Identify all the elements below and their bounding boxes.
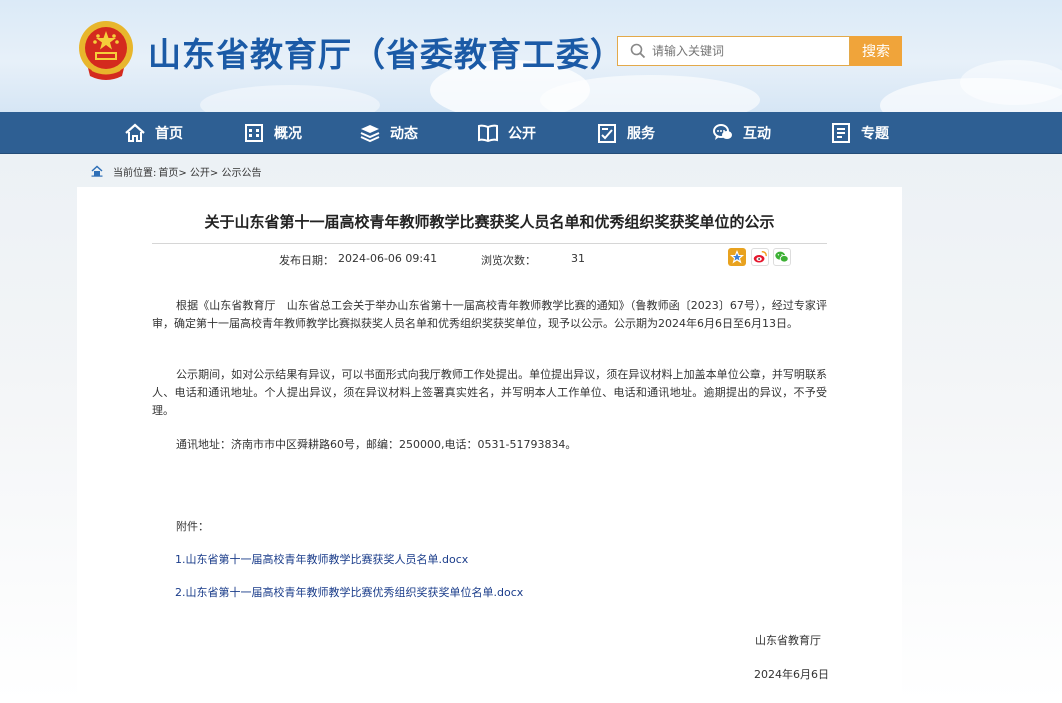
nav-item-topics[interactable]: 专题 xyxy=(830,112,889,154)
document-icon xyxy=(832,123,850,143)
nav-label: 动态 xyxy=(390,126,418,142)
layers-icon xyxy=(360,125,380,143)
attachment-link[interactable]: 1.山东省第十一届高校青年教师教学比赛获奖人员名单.docx xyxy=(175,551,468,567)
site-header: 山东省教育厅（省委教育工委） xyxy=(0,0,1062,112)
article-paragraph: 根据《山东省教育厅 山东省总工会关于举办山东省第十一届高校青年教师教学比赛的通知… xyxy=(152,299,827,330)
national-emblem-icon xyxy=(79,21,133,80)
nav-label: 服务 xyxy=(627,126,655,142)
nav-label: 概况 xyxy=(274,126,302,142)
attachments-label: 附件： xyxy=(176,520,209,533)
article-paragraph: 公示期间，如对公示结果有异议，可以书面形式向我厅教师工作处提出。单位提出异议，须… xyxy=(152,368,827,417)
breadcrumb-home-icon xyxy=(91,165,103,177)
views-count: 31 xyxy=(571,252,585,265)
article-title: 关于山东省第十一届高校青年教师教学比赛获奖人员名单和优秀组织奖获奖单位的公示 xyxy=(204,213,775,231)
share-weibo-icon[interactable] xyxy=(751,248,769,266)
main-nav: 首页 概况 动态 公开 服务 互动 专题 xyxy=(0,112,1062,154)
signature: 山东省教育厅 xyxy=(755,634,821,647)
search-button[interactable]: 搜索 xyxy=(850,36,902,66)
search-input[interactable] xyxy=(652,44,832,58)
nav-item-home[interactable]: 首页 xyxy=(124,112,183,154)
signature-date: 2024年6月6日 xyxy=(754,668,829,681)
nav-label: 专题 xyxy=(861,126,889,142)
nav-item-service[interactable]: 服务 xyxy=(596,112,655,154)
attachment-link[interactable]: 2.山东省第十一届高校青年教师教学比赛优秀组织奖获奖单位名单.docx xyxy=(175,584,523,600)
home-icon xyxy=(125,123,145,142)
breadcrumb: 当前位置: 首页> 公开> 公示公告 xyxy=(91,163,262,179)
nav-item-interaction[interactable]: 互动 xyxy=(712,112,771,154)
site-title[interactable]: 山东省教育厅（省委教育工委） xyxy=(148,28,624,76)
title-divider xyxy=(152,243,827,244)
search-box[interactable] xyxy=(617,36,850,66)
breadcrumb-prefix: 当前位置: xyxy=(113,167,157,179)
nav-item-public[interactable]: 公开 xyxy=(477,112,536,154)
nav-label: 互动 xyxy=(743,126,771,142)
chat-icon xyxy=(713,124,732,140)
building-icon xyxy=(245,124,263,142)
share-wechat-icon[interactable] xyxy=(773,248,791,266)
breadcrumb-path[interactable]: 首页> 公开> 公示公告 xyxy=(158,164,261,179)
publish-date-label: 发布日期： xyxy=(279,254,334,267)
share-qzone-icon[interactable] xyxy=(728,248,746,266)
contact-address: 通讯地址：济南市市中区舜耕路60号，邮编：250000,电话：0531-5179… xyxy=(176,438,577,451)
publish-date: 2024-06-06 09:41 xyxy=(338,252,438,265)
views-label: 浏览次数： xyxy=(481,254,536,267)
nav-label: 公开 xyxy=(508,126,536,142)
nav-item-overview[interactable]: 概况 xyxy=(243,112,302,154)
nav-item-news[interactable]: 动态 xyxy=(359,112,418,154)
service-icon xyxy=(598,124,616,143)
nav-label: 首页 xyxy=(155,126,183,142)
book-icon xyxy=(478,124,498,143)
search-icon xyxy=(630,43,646,59)
